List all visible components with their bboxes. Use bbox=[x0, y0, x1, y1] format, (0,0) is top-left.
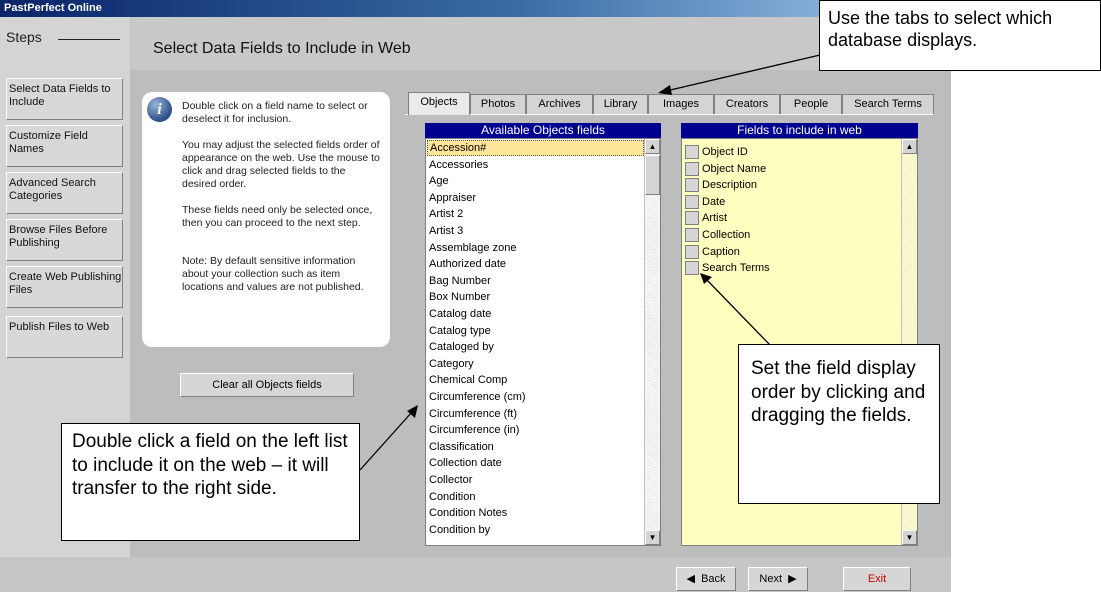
available-field-item[interactable]: Box Number bbox=[427, 289, 644, 305]
clear-all-fields-button[interactable]: Clear all Objects fields bbox=[180, 373, 354, 397]
included-field-item[interactable]: Search Terms bbox=[685, 260, 770, 276]
tab-search-terms[interactable]: Search Terms bbox=[842, 94, 934, 114]
available-scrollbar[interactable]: ▲ ▼ bbox=[644, 139, 660, 545]
info-text-1: Double click on a field name to select o… bbox=[182, 100, 368, 125]
included-field-label: Object Name bbox=[702, 162, 767, 175]
available-field-item[interactable]: Collection date bbox=[427, 455, 644, 471]
included-field-label: Collection bbox=[702, 229, 751, 241]
available-field-item[interactable]: Age bbox=[427, 173, 644, 189]
included-field-label: Caption bbox=[702, 245, 740, 258]
back-arrow-icon: ◀ bbox=[686, 573, 695, 585]
available-field-item[interactable]: Collector bbox=[427, 472, 644, 488]
step-browse-files[interactable]: Browse Files Before Publishing bbox=[6, 219, 123, 261]
scroll-up-icon[interactable]: ▲ bbox=[645, 139, 660, 154]
step-advanced-search[interactable]: Advanced Search Categories bbox=[6, 172, 123, 214]
available-field-item[interactable]: Classification bbox=[427, 439, 644, 455]
scroll-up-icon[interactable]: ▲ bbox=[902, 139, 917, 154]
included-field-label: Search Terms bbox=[702, 262, 770, 275]
step-select-data-fields[interactable]: Select Data Fields to Include bbox=[6, 78, 123, 120]
available-field-item[interactable]: Circumference (in) bbox=[427, 422, 644, 438]
drag-handle-icon[interactable] bbox=[685, 244, 699, 259]
available-field-item[interactable]: Accession# bbox=[427, 140, 644, 156]
next-label: Next bbox=[759, 573, 783, 585]
tab-people[interactable]: People bbox=[780, 94, 842, 114]
window-title: PastPerfect Online bbox=[4, 2, 102, 14]
included-field-item[interactable]: Caption bbox=[685, 244, 740, 260]
available-field-item[interactable]: Circumference (ft) bbox=[427, 406, 644, 422]
info-text-4: Note: By default sensitive information a… bbox=[182, 255, 364, 293]
callout-tabs: Use the tabs to select which database di… bbox=[819, 0, 1101, 71]
available-field-item[interactable]: Chemical Comp bbox=[427, 372, 644, 388]
page-title: Select Data Fields to Include in Web bbox=[153, 40, 411, 57]
included-field-item[interactable]: Object ID bbox=[685, 144, 748, 160]
available-field-item[interactable]: Category bbox=[427, 356, 644, 372]
available-field-item[interactable]: Authorized date bbox=[427, 256, 644, 272]
steps-divider bbox=[58, 39, 120, 40]
drag-handle-icon[interactable] bbox=[685, 194, 699, 209]
available-field-item[interactable]: Condition by bbox=[427, 522, 644, 538]
available-field-item[interactable]: Accessories bbox=[427, 157, 644, 173]
included-fields-header: Fields to include in web bbox=[681, 123, 918, 138]
next-arrow-icon: ▶ bbox=[788, 573, 797, 585]
drag-handle-icon[interactable] bbox=[685, 161, 699, 176]
next-button[interactable]: Next ▶ bbox=[748, 567, 808, 591]
available-field-item[interactable]: Assemblage zone bbox=[427, 240, 644, 256]
tab-archives[interactable]: Archives bbox=[526, 94, 593, 114]
included-field-label: Date bbox=[702, 195, 726, 208]
info-text-2: You may adjust the selected fields order… bbox=[182, 139, 380, 190]
available-field-item[interactable]: Artist 3 bbox=[427, 223, 644, 239]
available-field-item[interactable]: Condition bbox=[427, 489, 644, 505]
exit-button[interactable]: Exit bbox=[843, 567, 911, 591]
info-icon: i bbox=[147, 97, 172, 122]
drag-handle-icon[interactable] bbox=[685, 178, 699, 193]
included-field-label: Object ID bbox=[702, 146, 748, 158]
tab-objects[interactable]: Objects bbox=[408, 92, 470, 115]
scroll-thumb[interactable] bbox=[645, 155, 660, 195]
step-publish-files[interactable]: Publish Files to Web bbox=[6, 316, 123, 358]
info-text-3: These fields need only be selected once,… bbox=[182, 204, 373, 229]
drag-handle-icon[interactable] bbox=[685, 145, 699, 160]
available-field-item[interactable]: Catalog date bbox=[427, 306, 644, 322]
tab-library[interactable]: Library bbox=[593, 94, 648, 114]
included-field-label: Description bbox=[702, 179, 758, 192]
title-bar: PastPerfect Online bbox=[0, 0, 951, 17]
back-button[interactable]: ◀ Back bbox=[676, 567, 736, 591]
available-field-item[interactable]: Appraiser bbox=[427, 190, 644, 206]
available-field-item[interactable]: Condition Notes bbox=[427, 505, 644, 521]
drag-handle-icon[interactable] bbox=[685, 228, 699, 243]
back-label: Back bbox=[701, 573, 726, 585]
included-field-item[interactable]: Artist bbox=[685, 210, 727, 226]
available-field-item[interactable]: Catalog type bbox=[427, 323, 644, 339]
included-field-item[interactable]: Description bbox=[685, 177, 757, 193]
info-panel: Double click on a field name to select o… bbox=[142, 92, 390, 347]
available-fields-header: Available Objects fields bbox=[425, 123, 661, 138]
available-field-item[interactable]: Artist 2 bbox=[427, 206, 644, 222]
included-field-item[interactable]: Object Name bbox=[685, 161, 766, 177]
available-field-item[interactable]: Circumference (cm) bbox=[427, 389, 644, 405]
included-field-item[interactable]: Collection bbox=[685, 227, 750, 243]
available-field-item[interactable]: Bag Number bbox=[427, 273, 644, 289]
tab-creators[interactable]: Creators bbox=[714, 94, 780, 114]
tab-images[interactable]: Images bbox=[648, 94, 714, 114]
footer-bar bbox=[0, 557, 951, 592]
drag-handle-icon[interactable] bbox=[685, 261, 699, 276]
included-field-label: Artist bbox=[702, 212, 728, 225]
drag-handle-icon[interactable] bbox=[685, 211, 699, 226]
step-customize-field-names[interactable]: Customize Field Names bbox=[6, 125, 123, 167]
available-fields-list[interactable]: Accession# Accessories Age Appraiser Artist … bbox=[425, 138, 661, 546]
available-field-item[interactable]: Cataloged by bbox=[427, 339, 644, 355]
callout-left-list: Double click a field on the left list to… bbox=[61, 423, 360, 541]
callout-field-order: Set the field display order by clicking … bbox=[738, 344, 940, 504]
included-field-item[interactable]: Date bbox=[685, 194, 725, 210]
scroll-down-icon[interactable]: ▼ bbox=[645, 530, 660, 545]
tab-photos[interactable]: Photos bbox=[470, 94, 526, 114]
step-create-web-files[interactable]: Create Web Publishing Files bbox=[6, 266, 123, 308]
scroll-down-icon[interactable]: ▼ bbox=[902, 530, 917, 545]
steps-heading: Steps bbox=[6, 29, 42, 45]
